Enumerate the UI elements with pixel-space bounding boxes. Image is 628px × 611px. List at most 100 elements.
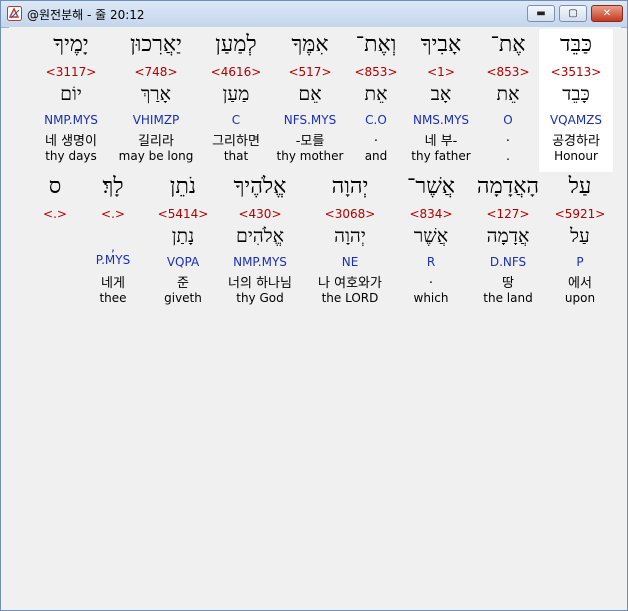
morphology: C.O: [365, 113, 387, 127]
lemma: אֵת: [496, 83, 520, 105]
strong-number[interactable]: <.>: [33, 207, 77, 221]
korean-gloss: -모를: [295, 134, 325, 149]
korean-gloss: 공경하라: [552, 134, 600, 149]
strong-number[interactable]: <3513>: [539, 65, 613, 79]
hebrew-word: יְהוָה: [331, 174, 369, 199]
english-gloss: upon: [564, 291, 596, 305]
lemma: נָתַן: [171, 225, 195, 247]
strong-number[interactable]: <430>: [215, 207, 305, 221]
korean-gloss: .: [428, 272, 434, 287]
korean-gloss: 네 생명이: [45, 134, 97, 149]
morphology: C: [231, 113, 241, 127]
hebrew-word: ס: [48, 174, 62, 199]
korean-gloss: .: [373, 130, 379, 145]
strong-number[interactable]: <127>: [467, 207, 549, 221]
morphology: VQAMZS: [549, 113, 603, 127]
minimize-button[interactable]: ▬: [527, 5, 555, 22]
hebrew-word: יַאֲרִכוּן: [130, 32, 182, 57]
hebrew-word: אֱלֹהֶיךָ: [233, 174, 287, 199]
english-gloss: giveth: [164, 291, 202, 305]
morphology: O: [503, 113, 513, 127]
close-button[interactable]: ✕: [591, 5, 623, 22]
korean-gloss: 너의 하나님: [228, 276, 292, 291]
app-logo-icon: [7, 6, 22, 21]
english-gloss: the land: [483, 291, 533, 305]
english-gloss: thy God: [236, 291, 284, 305]
window-title: @원전분해 - 줄 20:12: [27, 8, 145, 22]
strong-number[interactable]: <5921>: [549, 207, 611, 221]
strong-number[interactable]: <3117>: [35, 65, 107, 79]
lemma: יוֹם: [60, 83, 82, 105]
lemma: אָב: [430, 83, 452, 105]
hebrew-word: וְאֶת־: [355, 32, 397, 57]
morphology: VQPA: [166, 255, 200, 269]
morphology: , P.MYS: [95, 240, 131, 267]
korean-gloss: 네 부-: [424, 134, 458, 149]
strong-number[interactable]: <853>: [347, 65, 405, 79]
english-gloss: .: [506, 149, 510, 163]
hebrew-word: אֶת־: [490, 32, 526, 57]
interlinear-panel[interactable]: כַּבֵּד <3513> כָּבֵד VQAMZS 공경하라 Honour…: [9, 27, 621, 607]
morphology: NMP.MYS: [44, 113, 98, 127]
strong-number[interactable]: <853>: [477, 65, 539, 79]
strong-number[interactable]: <517>: [273, 65, 347, 79]
lemma: אֵת: [364, 83, 388, 105]
lemma: עַל: [570, 225, 590, 247]
strong-number[interactable]: <5414>: [151, 207, 215, 221]
lemma: אָרַךְ: [140, 83, 172, 105]
english-gloss: Honour: [554, 149, 598, 163]
hebrew-word: לְמַעַן: [215, 32, 257, 57]
korean-gloss: 네게: [101, 276, 125, 291]
korean-gloss: .: [505, 130, 511, 145]
english-gloss: which: [413, 291, 449, 305]
korean-gloss: 나 여호와가: [318, 276, 382, 291]
morphology: NE: [341, 255, 359, 269]
maximize-button[interactable]: ▢: [559, 5, 587, 22]
strong-number[interactable]: <4616>: [199, 65, 273, 79]
morphology: R: [426, 255, 436, 269]
english-gloss: and: [364, 149, 388, 163]
morphology: NMS.MYS: [412, 113, 470, 127]
verse-row: כַּבֵּד <3513> כָּבֵד VQAMZS 공경하라 Honour…: [9, 29, 621, 172]
title-bar[interactable]: @원전분해 - 줄 20:12 ▬ ▢ ✕: [1, 1, 627, 28]
korean-gloss: 준: [177, 276, 189, 291]
lemma: מַעַן: [222, 83, 250, 105]
hebrew-word: נֹתֵן: [169, 174, 197, 199]
english-gloss: the LORD: [321, 291, 379, 305]
lemma: יְהוָה: [334, 225, 366, 247]
strong-number[interactable]: <3068>: [305, 207, 395, 221]
korean-gloss: 그리하면: [212, 134, 260, 149]
hebrew-word: אֲשֶׁר־: [406, 174, 455, 199]
hebrew-word: הָאֲדָמָה: [476, 174, 540, 199]
english-gloss: may be long: [118, 149, 194, 163]
english-gloss: thy father: [411, 149, 471, 163]
morphology: NFS.MYS: [283, 113, 337, 127]
strong-number[interactable]: <.>: [85, 207, 141, 221]
lemma: אֱלֹהִים: [235, 225, 285, 247]
morphology: P: [576, 255, 584, 269]
lemma: אֲדָמָה: [486, 225, 530, 247]
hebrew-word: כַּבֵּד: [560, 32, 592, 57]
strong-number[interactable]: <834>: [395, 207, 467, 221]
morphology: D.NFS: [489, 255, 527, 269]
hebrew-word: אִמֶּךָ: [291, 32, 329, 57]
lemma: כָּבֵד: [562, 83, 590, 105]
english-gloss: that: [223, 149, 249, 163]
lemma: אֵם: [298, 83, 322, 105]
word-cell[interactable]: כַּבֵּד <3513> כָּבֵד VQAMZS 공경하라 Honour: [539, 29, 613, 172]
strong-number[interactable]: <748>: [113, 65, 199, 79]
verse-row: עַל <5921> עַל P 에서 upon הָאֲדָמָה <127>…: [9, 171, 621, 311]
lemma: אֲשֶׁר: [413, 225, 449, 247]
korean-gloss: 땅: [502, 276, 514, 291]
morphology: VHIMZP: [132, 113, 180, 127]
korean-gloss: 에서: [568, 276, 592, 291]
english-gloss: thy mother: [276, 149, 344, 163]
hebrew-word: אָבִיךָ: [420, 32, 462, 57]
morphology: NMP.MYS: [233, 255, 287, 269]
strong-number[interactable]: <1>: [405, 65, 477, 79]
korean-gloss: 길리라: [138, 134, 174, 149]
english-gloss: thee: [99, 291, 127, 305]
hebrew-word: לָךְ׃: [102, 174, 124, 199]
english-gloss: thy days: [45, 149, 97, 163]
app-window: @원전분해 - 줄 20:12 ▬ ▢ ✕ כַּבֵּד <3513> כָּ…: [0, 0, 628, 611]
